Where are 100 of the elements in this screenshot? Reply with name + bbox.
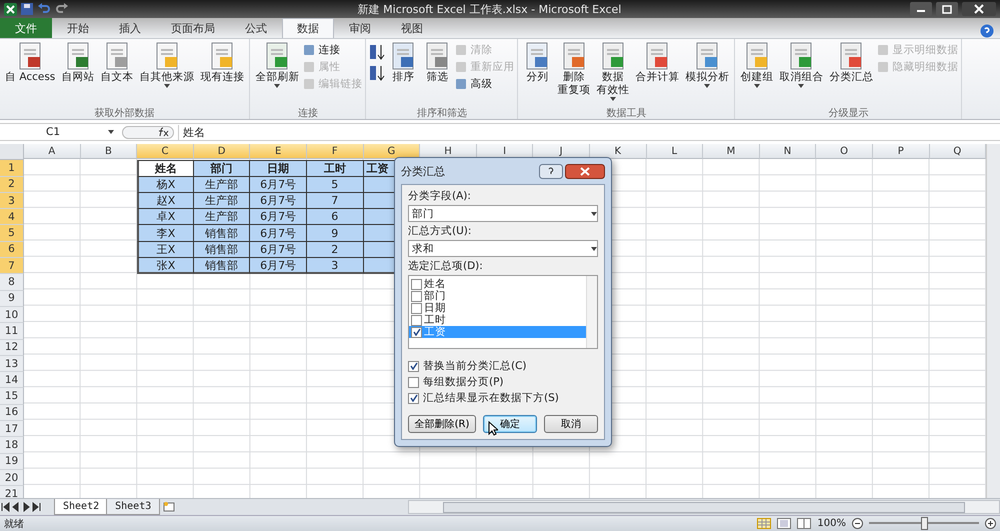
list-item[interactable]: 日期: [409, 302, 586, 314]
column-header[interactable]: Q: [930, 144, 986, 159]
list-scrollbar[interactable]: [586, 276, 597, 348]
table-cell[interactable]: 3: [306, 258, 364, 274]
checkbox[interactable]: [411, 278, 422, 290]
row-header[interactable]: 17: [0, 421, 24, 438]
ribbon-tab[interactable]: 开始: [52, 18, 104, 38]
table-cell[interactable]: 销售部: [194, 225, 250, 242]
table-cell[interactable]: 6月7号: [250, 258, 307, 274]
row-header[interactable]: 16: [0, 404, 24, 422]
table-cell[interactable]: 销售部: [194, 242, 250, 258]
file-tab[interactable]: 文件: [0, 18, 52, 38]
formula-input[interactable]: 姓名: [178, 124, 1000, 140]
row-header[interactable]: 15: [0, 388, 24, 405]
ribbon-command[interactable]: 全部刷新: [253, 41, 302, 106]
row-header[interactable]: 7: [0, 258, 24, 274]
sort-icon[interactable]: [369, 64, 386, 82]
page-layout-icon[interactable]: [777, 518, 792, 529]
page-break-icon[interactable]: [797, 518, 812, 529]
sheet-tab[interactable]: Sheet3: [106, 499, 160, 515]
list-item[interactable]: 部门: [409, 290, 586, 302]
table-cell[interactable]: 6月7号: [250, 192, 307, 210]
table-cell[interactable]: 李X: [137, 225, 194, 242]
header-cell[interactable]: 姓名: [137, 160, 194, 177]
table-cell[interactable]: 6月7号: [250, 225, 307, 242]
help-icon[interactable]: [980, 24, 994, 38]
undo-icon[interactable]: [37, 3, 51, 15]
ribbon-command[interactable]: 筛选: [421, 41, 454, 106]
table-cell[interactable]: 赵X: [137, 192, 194, 210]
ribbon-command[interactable]: 数据 有效性: [594, 41, 632, 106]
row-header[interactable]: 9: [0, 290, 24, 307]
row-header[interactable]: 4: [0, 209, 24, 226]
header-cell[interactable]: 日期: [250, 160, 307, 177]
function-icon[interactable]: [157, 127, 169, 137]
zoom-out-icon[interactable]: [852, 518, 863, 529]
ribbon-command[interactable]: 现有连接: [198, 41, 246, 106]
ribbon-tab[interactable]: 数据: [282, 18, 334, 38]
table-cell[interactable]: 卓X: [137, 209, 194, 226]
help-icon[interactable]: [539, 164, 563, 178]
column-header[interactable]: C: [137, 144, 194, 159]
row-header[interactable]: 20: [0, 470, 24, 486]
row-header[interactable]: 13: [0, 356, 24, 372]
redo-icon[interactable]: [55, 3, 69, 15]
close-icon[interactable]: [565, 164, 605, 178]
column-header[interactable]: G: [364, 144, 420, 159]
table-cell[interactable]: 生产部: [194, 192, 250, 210]
table-cell[interactable]: 6月7号: [250, 242, 307, 258]
header-cell[interactable]: 工时: [306, 160, 364, 177]
column-header[interactable]: O: [816, 144, 873, 159]
row-header[interactable]: 11: [0, 323, 24, 340]
row-header[interactable]: 1: [0, 160, 24, 177]
list-item[interactable]: 姓名: [409, 278, 586, 290]
sheet-tab[interactable]: Sheet2: [54, 499, 108, 515]
save-icon[interactable]: [21, 3, 33, 15]
horizontal-scrollbar[interactable]: [408, 500, 1000, 514]
table-cell[interactable]: 销售部: [194, 258, 250, 274]
row-header[interactable]: 3: [0, 192, 24, 210]
sort-icon[interactable]: [369, 43, 386, 61]
table-cell[interactable]: 6月7号: [250, 176, 307, 193]
ribbon-command[interactable]: 分列: [521, 41, 554, 106]
row-header[interactable]: 19: [0, 454, 24, 470]
table-cell[interactable]: 6: [306, 209, 364, 226]
row-header[interactable]: 12: [0, 340, 24, 356]
row-header[interactable]: 5: [0, 225, 24, 242]
column-header[interactable]: B: [80, 144, 138, 159]
dialog-button[interactable]: 确定: [483, 415, 537, 433]
list-item[interactable]: 工时: [409, 314, 586, 326]
close-icon[interactable]: [962, 2, 996, 16]
table-cell[interactable]: 6月7号: [250, 209, 307, 226]
row-header[interactable]: 18: [0, 437, 24, 454]
ribbon-command[interactable]: 自其他来源: [137, 41, 196, 106]
checkbox[interactable]: [408, 392, 419, 404]
dialog-button[interactable]: 取消: [544, 415, 598, 433]
zoom-in-icon[interactable]: [985, 518, 996, 529]
column-header[interactable]: M: [703, 144, 760, 159]
ribbon-command[interactable]: 合并计算: [633, 41, 682, 106]
name-box[interactable]: C1: [0, 125, 118, 139]
column-header[interactable]: F: [306, 144, 364, 159]
table-cell[interactable]: 9: [306, 225, 364, 242]
ribbon-command[interactable]: 创建组: [738, 41, 776, 106]
column-header[interactable]: P: [872, 144, 930, 159]
ribbon-tab[interactable]: 视图: [386, 18, 438, 38]
ribbon-command[interactable]: 取消组合: [777, 41, 826, 106]
checkbox[interactable]: [411, 314, 422, 326]
ribbon-command[interactable]: 模拟分析: [683, 41, 732, 106]
row-header[interactable]: 10: [0, 306, 24, 324]
column-header[interactable]: D: [194, 144, 250, 159]
row-header[interactable]: 8: [0, 274, 24, 291]
table-cell[interactable]: 2: [306, 242, 364, 258]
checkbox[interactable]: [411, 290, 422, 302]
ribbon-command[interactable]: 连接: [303, 43, 362, 57]
dropdown-field[interactable]: 部门: [408, 205, 598, 222]
checkbox[interactable]: [411, 326, 422, 338]
column-header[interactable]: N: [760, 144, 816, 159]
ribbon-tab[interactable]: 审阅: [334, 18, 386, 38]
table-cell[interactable]: 5: [306, 176, 364, 193]
ribbon-command[interactable]: 高级: [455, 77, 514, 91]
ribbon-tab[interactable]: 插入: [104, 18, 156, 38]
ribbon-command[interactable]: 分类汇总: [827, 41, 876, 106]
column-header[interactable]: K: [590, 144, 647, 159]
